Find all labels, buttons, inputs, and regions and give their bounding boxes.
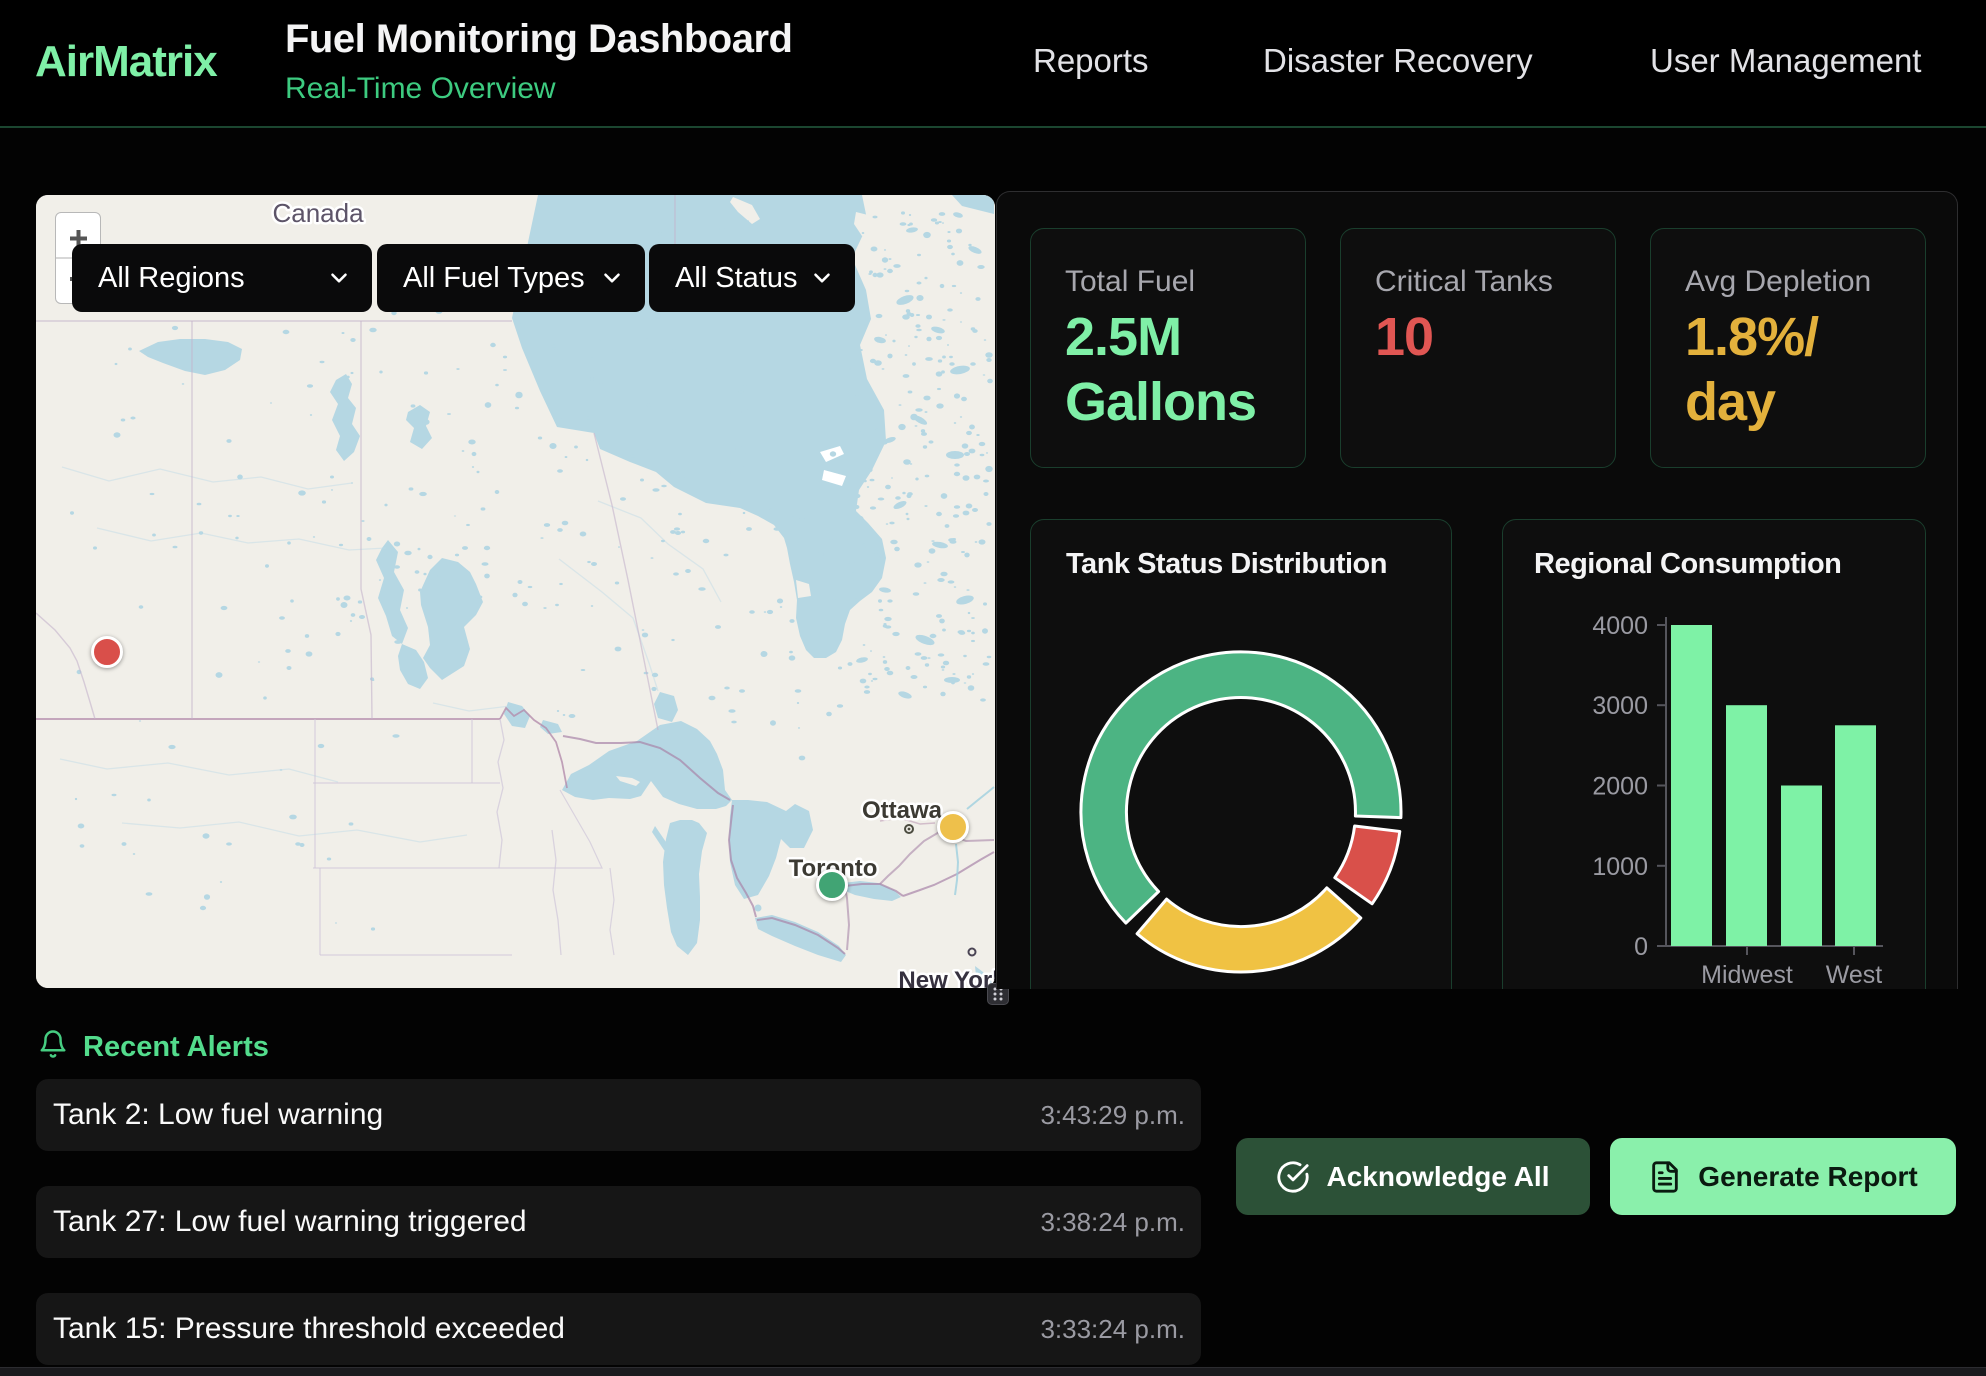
svg-text:Canada: Canada xyxy=(272,198,364,228)
svg-text:West: West xyxy=(1826,961,1883,989)
svg-text:Midwest: Midwest xyxy=(1701,961,1793,989)
svg-text:3000: 3000 xyxy=(1592,692,1648,720)
svg-text:New York: New York xyxy=(898,967,995,988)
svg-text:1000: 1000 xyxy=(1592,853,1648,881)
svg-text:Ottawa: Ottawa xyxy=(862,797,943,824)
svg-text:2000: 2000 xyxy=(1592,773,1648,801)
svg-text:4000: 4000 xyxy=(1592,612,1648,640)
svg-text:0: 0 xyxy=(1634,933,1648,961)
